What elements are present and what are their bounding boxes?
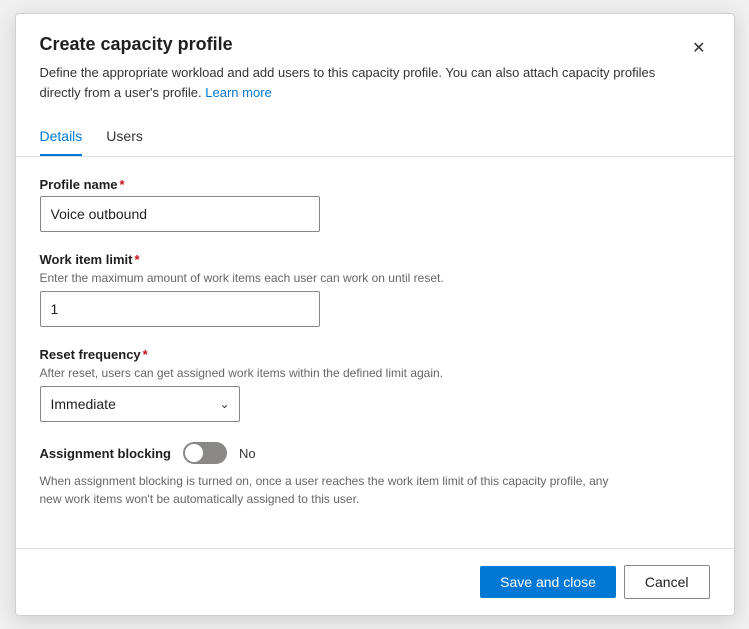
profile-name-group: Profile name* <box>40 177 710 232</box>
work-item-limit-hint: Enter the maximum amount of work items e… <box>40 271 710 285</box>
close-button[interactable]: ✕ <box>688 34 709 62</box>
work-item-limit-label: Work item limit* <box>40 252 710 267</box>
assignment-blocking-group: Assignment blocking No When assignment b… <box>40 442 710 508</box>
profile-name-required: * <box>120 177 125 192</box>
header-content: Create capacity profile Define the appro… <box>40 34 673 102</box>
assignment-blocking-label: Assignment blocking <box>40 446 171 461</box>
profile-name-label: Profile name* <box>40 177 710 192</box>
work-item-limit-group: Work item limit* Enter the maximum amoun… <box>40 252 710 327</box>
save-and-close-button[interactable]: Save and close <box>480 566 616 598</box>
modal-title: Create capacity profile <box>40 34 673 55</box>
assignment-blocking-description: When assignment blocking is turned on, o… <box>40 472 620 508</box>
assignment-blocking-toggle[interactable] <box>183 442 227 464</box>
reset-frequency-select[interactable]: Immediate Daily Weekly Monthly <box>40 386 240 422</box>
reset-frequency-required: * <box>143 347 148 362</box>
cancel-button[interactable]: Cancel <box>624 565 710 599</box>
reset-frequency-label: Reset frequency* <box>40 347 710 362</box>
learn-more-link[interactable]: Learn more <box>205 85 271 100</box>
create-capacity-profile-modal: Create capacity profile Define the appro… <box>15 13 735 616</box>
reset-frequency-select-wrapper: Immediate Daily Weekly Monthly ⌄ <box>40 386 240 422</box>
assignment-blocking-status: No <box>239 446 256 461</box>
work-item-limit-input[interactable] <box>40 291 320 327</box>
tab-bar: Details Users <box>16 118 734 157</box>
modal-header: Create capacity profile Define the appro… <box>16 14 734 102</box>
reset-frequency-hint: After reset, users can get assigned work… <box>40 366 710 380</box>
modal-description: Define the appropriate workload and add … <box>40 63 673 102</box>
modal-body: Profile name* Work item limit* Enter the… <box>16 157 734 548</box>
work-item-limit-required: * <box>134 252 139 267</box>
reset-frequency-group: Reset frequency* After reset, users can … <box>40 347 710 422</box>
modal-footer: Save and close Cancel <box>16 548 734 615</box>
tab-details[interactable]: Details <box>40 118 83 156</box>
assignment-blocking-row: Assignment blocking No <box>40 442 710 464</box>
toggle-knob <box>185 444 203 462</box>
profile-name-input[interactable] <box>40 196 320 232</box>
tab-users[interactable]: Users <box>106 118 143 156</box>
